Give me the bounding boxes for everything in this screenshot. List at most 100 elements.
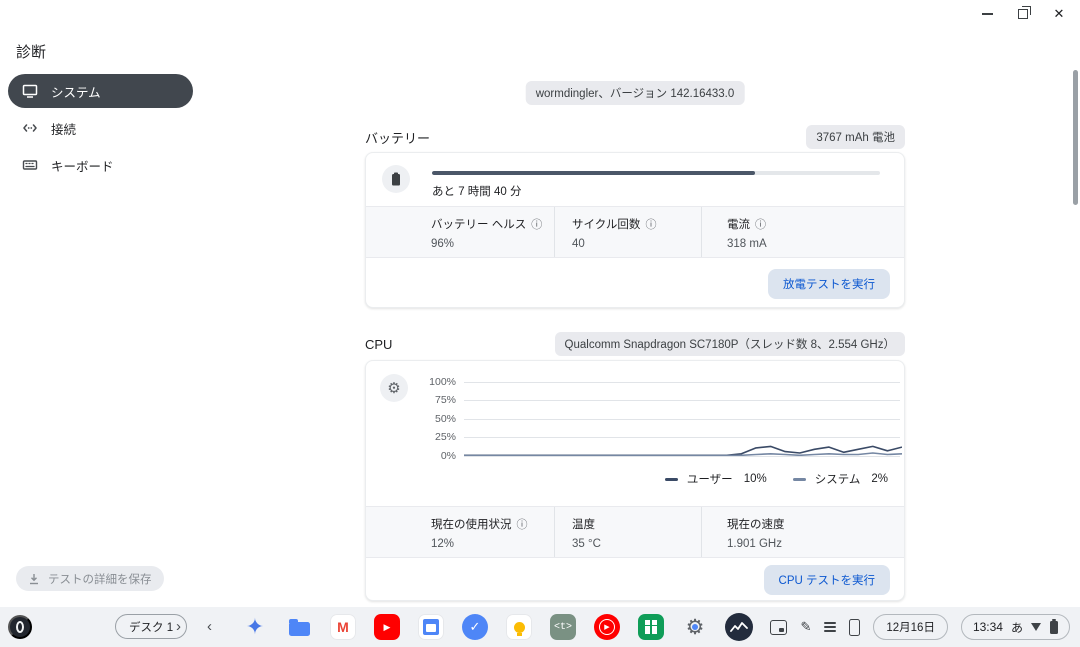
sidebar: システム 接続 キーボード (8, 74, 193, 185)
app-calendar[interactable] (417, 613, 445, 641)
minimize-icon (982, 13, 993, 15)
legend-user: ユーザー 10% (665, 471, 767, 487)
sidebar-item-keyboard[interactable]: キーボード (8, 148, 193, 182)
info-icon[interactable]: ⓘ (755, 216, 766, 232)
app-keep[interactable] (505, 613, 533, 641)
battery-status-icon (1050, 621, 1058, 634)
battery-time-remaining: あと 7 時間 40 分 (432, 183, 880, 199)
app-youtube-music[interactable]: ▶ (593, 613, 621, 641)
legend-value: 2% (871, 473, 888, 485)
sidebar-item-label: キーボード (51, 156, 114, 175)
run-discharge-test-button[interactable]: 放電テストを実行 (768, 269, 890, 299)
app-text-editor[interactable]: <t> (549, 613, 577, 641)
info-icon[interactable]: ⓘ (645, 216, 656, 232)
legend-value: 10% (744, 473, 767, 485)
page-title: 診断 (16, 41, 46, 62)
close-button[interactable]: ✕ (1046, 2, 1072, 26)
legend-label: システム (815, 471, 861, 487)
y-axis-tick: 50% (366, 413, 456, 425)
app-gmail[interactable]: M (329, 613, 357, 641)
battery-capacity-chip: 3767 mAh 電池 (806, 125, 905, 149)
sheets-icon (638, 614, 664, 640)
battery-section-header: バッテリー 3767 mAh 電池 (365, 126, 905, 148)
stat-label: 現在の速度 (727, 516, 785, 532)
info-icon[interactable]: ⓘ (531, 216, 542, 232)
battery-progress-bar (432, 171, 880, 175)
battery-icon (382, 165, 410, 193)
app-sheets[interactable] (637, 613, 665, 641)
cpu-usage-lines (464, 382, 902, 456)
legend-label: ユーザー (687, 471, 733, 487)
run-cpu-test-button[interactable]: CPU テストを実行 (764, 565, 890, 595)
cpu-usage-chart: ⚙ 100% 75% 50% 25% 0% ユーザー10% システム2% (366, 361, 904, 506)
stat-value: 40 (572, 238, 701, 250)
stat-value: 96% (431, 238, 554, 250)
date-chip[interactable]: 12月16日 (873, 614, 948, 640)
minimize-button[interactable] (974, 2, 1000, 26)
stat-label: 電流 (727, 216, 750, 232)
stat-value: 12% (431, 538, 554, 550)
shelf: デスク 1 › ‹ ✦ M ▶ ✓ <t> ▶ ⚙ ✎ 12月16日 13:34… (0, 607, 1080, 647)
y-axis-tick: 0% (366, 450, 456, 462)
app-settings[interactable]: ⚙ (681, 613, 709, 641)
launcher-button[interactable] (8, 615, 32, 639)
restore-button[interactable] (1010, 2, 1036, 26)
battery-charge-row: あと 7 時間 40 分 (366, 153, 904, 206)
clock: 13:34 (973, 620, 1003, 634)
cpu-speed-stat: 現在の速度 1.901 GHz (701, 507, 904, 557)
keep-icon (506, 614, 532, 640)
media-controls-icon (824, 622, 836, 632)
cpu-model-chip: Qualcomm Snapdragon SC7180P（スレッド数 8、2.55… (555, 332, 905, 356)
gmail-icon: M (330, 614, 356, 640)
desk-chevron-right-icon[interactable]: › (176, 616, 181, 638)
gridline (464, 456, 900, 457)
battery-card-footer: 放電テストを実行 (366, 258, 904, 308)
download-icon (28, 573, 40, 585)
legend-system: システム 2% (793, 471, 888, 487)
battery-health-stat: バッテリー ヘルス ⓘ 96% (366, 207, 554, 257)
app-files[interactable] (285, 613, 313, 641)
sidebar-item-label: システム (51, 82, 101, 101)
sidebar-item-system[interactable]: システム (8, 74, 193, 108)
quick-settings-chip[interactable]: 13:34 あ (961, 614, 1070, 640)
version-chip: wormdingler、バージョン 142.16433.0 (526, 81, 745, 105)
info-icon[interactable]: ⓘ (517, 516, 528, 532)
save-test-details-button[interactable]: テストの詳細を保存 (16, 566, 164, 591)
legend-dash-icon (793, 478, 806, 481)
stat-value: 35 °C (572, 538, 701, 550)
cpu-temperature-stat: 温度 35 °C (554, 507, 701, 557)
cpu-stats-row: 現在の使用状況 ⓘ 12% 温度 35 °C 現在の速度 1.901 GHz (366, 506, 904, 558)
diagnostics-icon (725, 613, 753, 641)
tasks-check-icon: ✓ (462, 614, 488, 640)
battery-current-stat: 電流 ⓘ 318 mA (701, 207, 904, 257)
save-button-label: テストの詳細を保存 (48, 571, 152, 587)
window-controls: ✕ (974, 2, 1072, 26)
shelf-chevron-left-icon[interactable]: ‹ (207, 616, 212, 638)
stat-value: 1.901 GHz (727, 538, 904, 550)
sidebar-item-connectivity[interactable]: 接続 (8, 111, 193, 145)
folder-icon (289, 622, 310, 636)
cpu-usage-stat: 現在の使用状況 ⓘ 12% (366, 507, 554, 557)
stylus-tools-button[interactable]: ✎ (800, 619, 811, 635)
battery-stats-row: バッテリー ヘルスⓘ 96% サイクル回数ⓘ 40 電流ⓘ 318 mA (366, 206, 904, 258)
text-editor-icon: <t> (550, 614, 576, 640)
phone-hub-button[interactable] (849, 619, 860, 636)
stat-label: 現在の使用状況 (431, 516, 512, 532)
media-controls-button[interactable] (824, 622, 836, 632)
y-axis-tick: 100% (366, 376, 456, 388)
stat-label: バッテリー ヘルス (431, 216, 526, 232)
cpu-section-header: CPU Qualcomm Snapdragon SC7180P（スレッド数 8、… (365, 333, 905, 355)
app-tasks[interactable]: ✓ (461, 613, 489, 641)
scrollbar-thumb[interactable] (1073, 70, 1078, 205)
screen-capture-button[interactable] (770, 620, 787, 635)
chart-legend: ユーザー 10% システム 2% (665, 471, 888, 487)
phone-icon (849, 619, 860, 636)
youtube-icon: ▶ (374, 614, 400, 640)
app-gemini[interactable]: ✦ (241, 613, 269, 641)
app-diagnostics[interactable] (725, 613, 753, 641)
app-youtube[interactable]: ▶ (373, 613, 401, 641)
network-signal-icon (1031, 623, 1041, 631)
battery-progress: あと 7 時間 40 分 (432, 171, 880, 206)
stat-value: 318 mA (727, 238, 904, 250)
status-tray: ✎ 12月16日 13:34 あ (770, 614, 1070, 640)
